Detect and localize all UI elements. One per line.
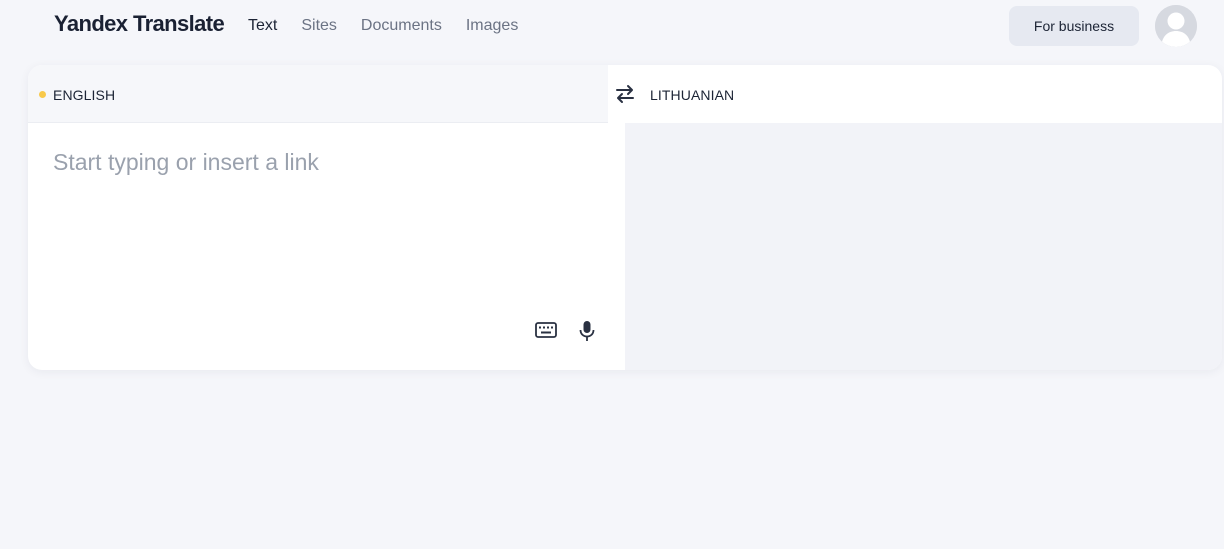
user-avatar-icon[interactable] <box>1155 5 1197 47</box>
source-language-select[interactable]: ENGLISH <box>53 87 115 103</box>
for-business-button[interactable]: For business <box>1009 6 1139 46</box>
nav-tab-documents[interactable]: Documents <box>361 17 442 35</box>
top-header: Yandex Translate Text Sites Documents Im… <box>0 0 1224 52</box>
target-language-select[interactable]: LITHUANIAN <box>650 87 734 103</box>
swap-arrows-icon[interactable] <box>615 84 635 104</box>
source-text-input[interactable] <box>53 149 593 289</box>
keyboard-icon[interactable] <box>535 322 557 338</box>
main-nav: Text Sites Documents Images <box>248 17 518 35</box>
nav-tab-sites[interactable]: Sites <box>301 17 337 35</box>
nav-tab-images[interactable]: Images <box>466 17 518 35</box>
logo[interactable]: Yandex Translate <box>54 11 225 37</box>
translation-output-panel <box>625 123 1222 370</box>
microphone-icon[interactable] <box>579 320 595 342</box>
detected-language-dot <box>39 91 46 98</box>
translator-card: ENGLISH LITHUANIAN <box>28 65 1222 370</box>
nav-tab-text[interactable]: Text <box>248 17 277 35</box>
source-language-bar: ENGLISH <box>28 65 608 123</box>
